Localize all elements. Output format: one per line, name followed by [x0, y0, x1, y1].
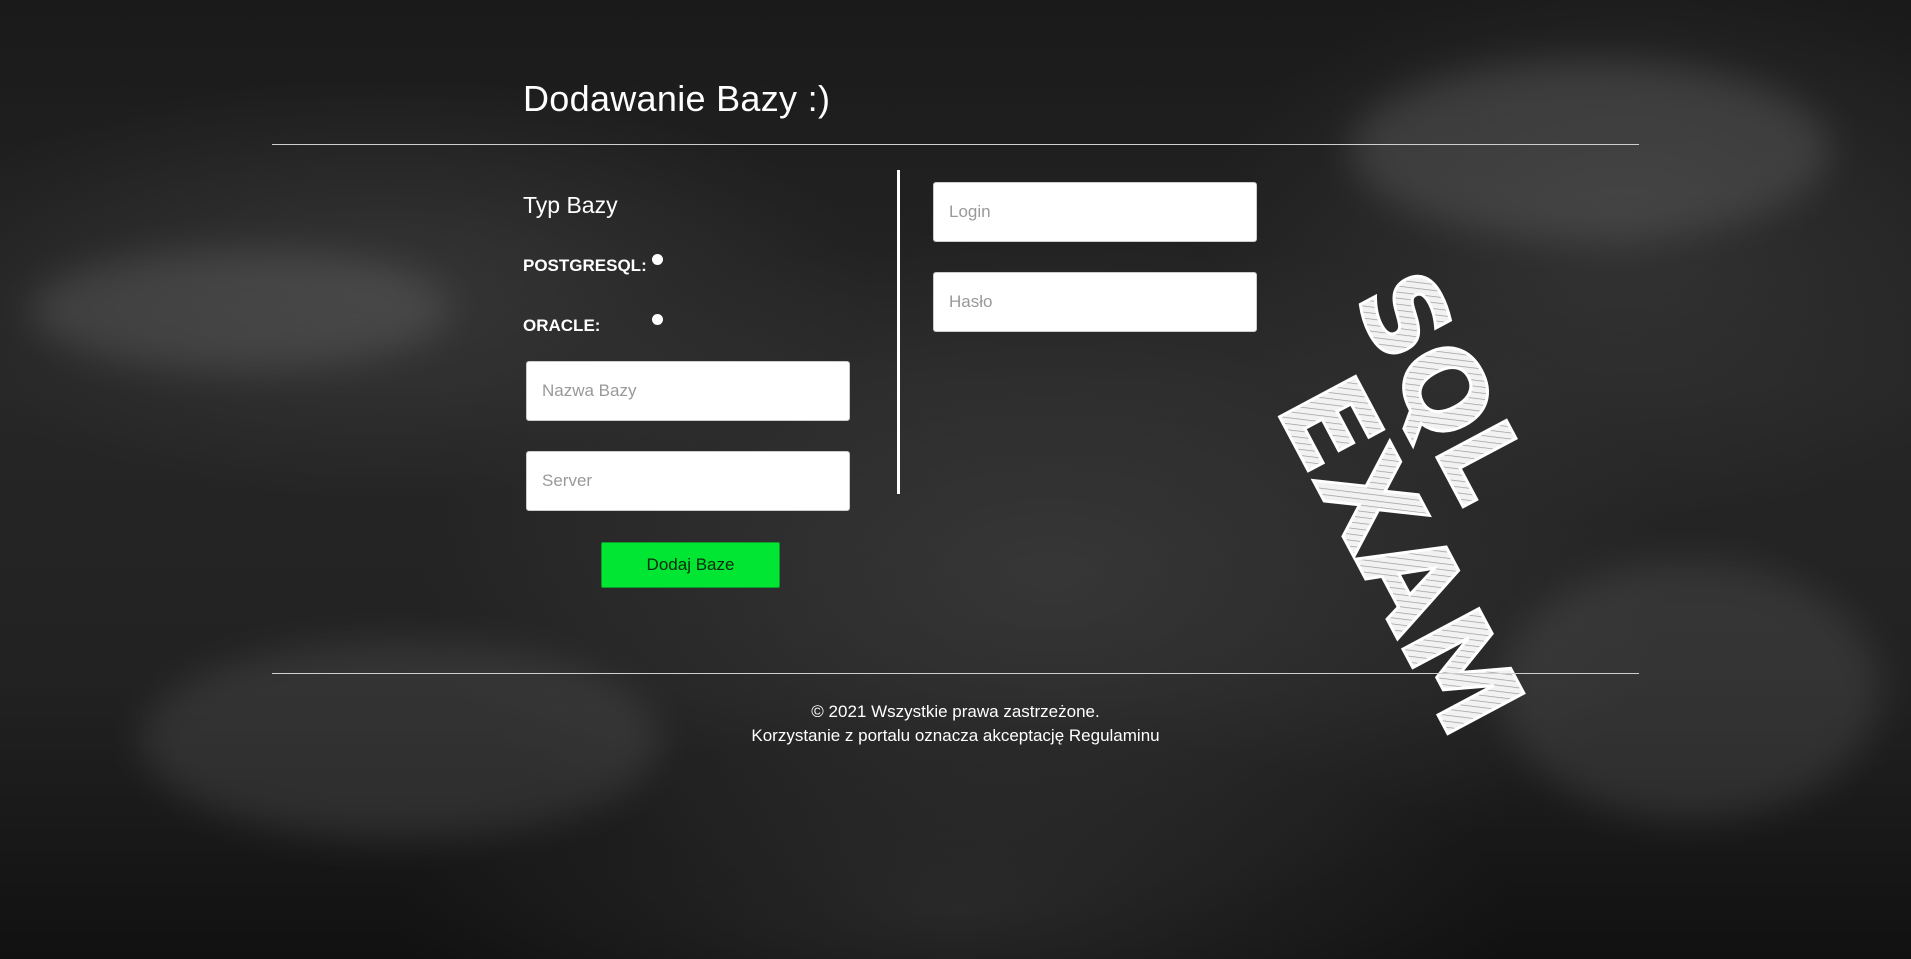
radio-postgresql[interactable] [652, 254, 663, 265]
login-input[interactable] [933, 182, 1257, 242]
footer-divider [272, 673, 1639, 674]
password-input[interactable] [933, 272, 1257, 332]
add-database-button[interactable]: Dodaj Baze [601, 542, 780, 588]
page-title: Dodawanie Bazy :) [523, 78, 831, 119]
footer-copyright: © 2021 Wszystkie prawa zastrzeżone. [811, 702, 1100, 721]
header-divider [272, 144, 1639, 145]
footer: © 2021 Wszystkie prawa zastrzeżone. Korz… [272, 700, 1639, 748]
radio-label-postgresql: POSTGRESQL: [523, 256, 647, 275]
radio-option-postgresql[interactable]: POSTGRESQL: [523, 254, 663, 276]
chalk-smudge [30, 250, 450, 370]
radio-option-oracle[interactable]: ORACLE: [523, 314, 663, 336]
footer-terms: Korzystanie z portalu oznacza akceptację… [751, 726, 1160, 745]
radio-oracle[interactable] [652, 314, 663, 325]
server-input[interactable] [526, 451, 850, 511]
radio-label-oracle: ORACLE: [523, 316, 601, 335]
db-name-input[interactable] [526, 361, 850, 421]
db-type-title: Typ Bazy [523, 192, 618, 218]
column-divider [897, 170, 900, 494]
